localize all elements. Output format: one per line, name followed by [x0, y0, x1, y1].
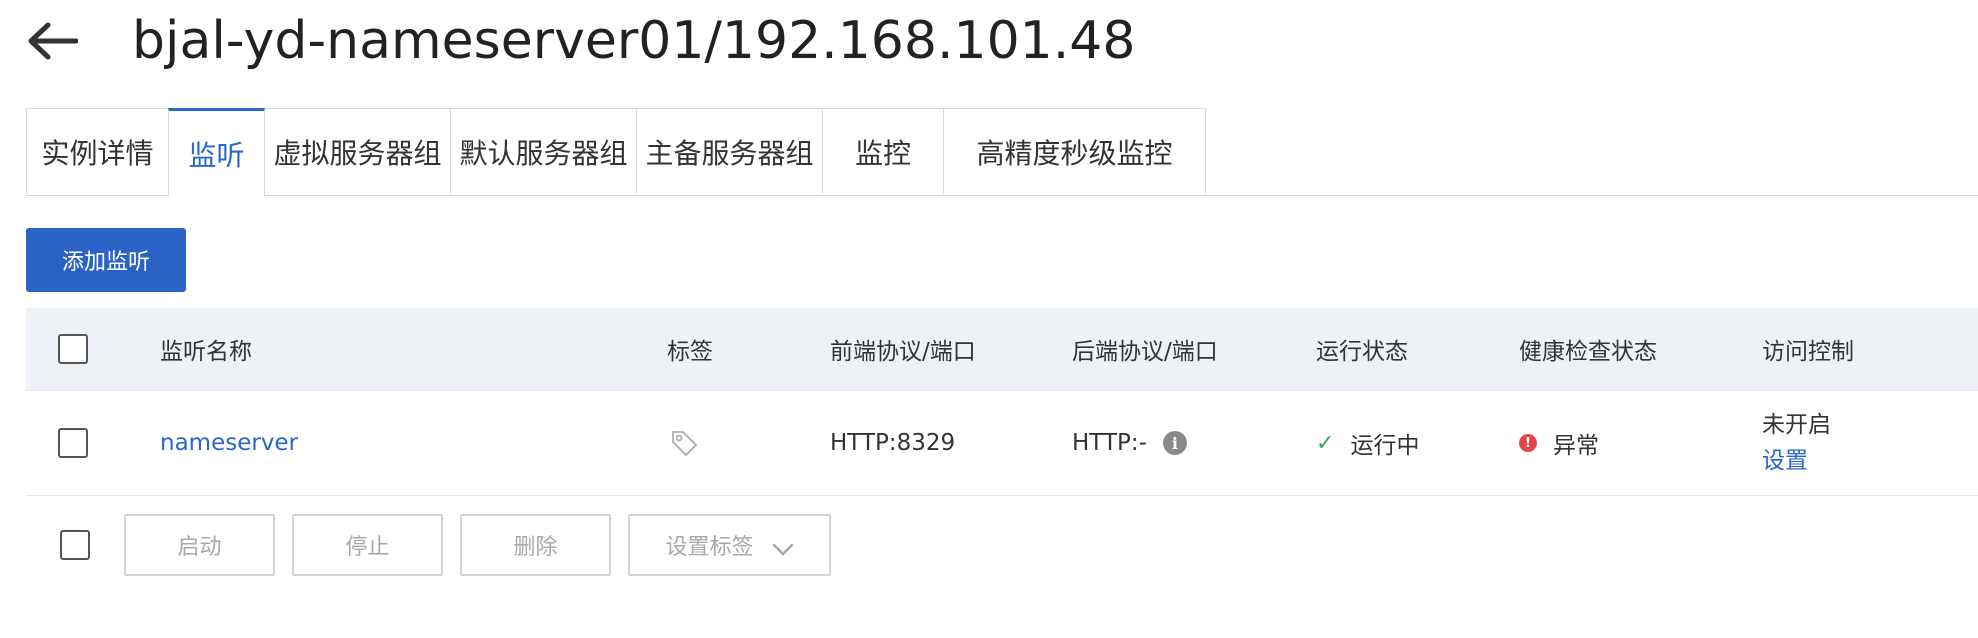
- bulk-actions-bar: 启动 停止 删除 设置标签: [26, 514, 848, 576]
- listener-name-link[interactable]: nameserver: [160, 430, 298, 456]
- bulk-select-checkbox[interactable]: [60, 530, 90, 560]
- start-button[interactable]: 启动: [124, 514, 275, 576]
- page-header: bjal-yd-nameserver01/192.168.101.48: [26, 6, 1135, 76]
- chevron-down-icon: [772, 538, 794, 556]
- frontend-port-cell: HTTP:8329: [830, 430, 956, 456]
- column-header-listener-name: 监听名称: [160, 339, 252, 365]
- tab-listeners[interactable]: 监听: [168, 108, 265, 196]
- listener-table: 监听名称 标签 前端协议/端口 后端协议/端口 运行状态 健康检查状态 访问控制…: [26, 308, 1978, 496]
- health-status-text: 异常: [1553, 433, 1599, 459]
- tags-cell: [669, 391, 699, 495]
- stop-button[interactable]: 停止: [292, 514, 443, 576]
- tab-default-server-group[interactable]: 默认服务器组: [450, 108, 637, 194]
- backend-port-cell: HTTP:- i: [1072, 391, 1187, 495]
- tab-virtual-server-groups[interactable]: 虚拟服务器组: [264, 108, 451, 194]
- alert-circle-icon: !: [1519, 434, 1537, 452]
- column-header-frontend-port: 前端协议/端口: [830, 339, 976, 365]
- column-header-access-control: 访问控制: [1762, 339, 1854, 365]
- run-status-text: 运行中: [1350, 433, 1420, 459]
- tab-instance-details[interactable]: 实例详情: [26, 108, 169, 194]
- tab-monitoring[interactable]: 监控: [822, 108, 944, 194]
- tag-icon[interactable]: [669, 428, 699, 458]
- set-tags-label: 设置标签: [665, 535, 754, 560]
- row-select-cell: [58, 391, 88, 495]
- set-tags-dropdown[interactable]: 设置标签: [628, 514, 831, 576]
- tab-high-precision-monitoring[interactable]: 高精度秒级监控: [943, 108, 1206, 194]
- check-icon: ✓: [1316, 430, 1335, 456]
- arrow-left-icon[interactable]: [26, 19, 78, 63]
- page-title: bjal-yd-nameserver01/192.168.101.48: [132, 11, 1136, 71]
- health-status-cell: ! 异常: [1519, 391, 1599, 495]
- run-status-cell: ✓ 运行中: [1316, 391, 1419, 495]
- column-header-tags: 标签: [667, 339, 713, 365]
- table-header: 监听名称 标签 前端协议/端口 后端协议/端口 运行状态 健康检查状态 访问控制: [26, 308, 1978, 391]
- select-all-checkbox[interactable]: [58, 334, 88, 364]
- acl-settings-link[interactable]: 设置: [1762, 443, 1808, 479]
- tab-bar: 实例详情 监听 虚拟服务器组 默认服务器组 主备服务器组 监控 高精度秒级监控: [26, 108, 1978, 196]
- row-checkbox[interactable]: [58, 428, 88, 458]
- listener-name-cell: nameserver: [160, 391, 298, 495]
- delete-button[interactable]: 删除: [460, 514, 611, 576]
- table-row: nameserver HTTP:8329 HTTP:- i ✓ 运行中 ! 异常…: [26, 391, 1978, 496]
- header-cell-select: [58, 308, 88, 390]
- add-listener-button[interactable]: 添加监听: [26, 228, 186, 292]
- tab-primary-secondary-server-group[interactable]: 主备服务器组: [636, 108, 823, 194]
- access-control-cell: 未开启 设置: [1762, 391, 1831, 495]
- column-header-run-status: 运行状态: [1316, 339, 1408, 365]
- column-header-backend-port: 后端协议/端口: [1072, 339, 1218, 365]
- backend-port-value: HTTP:-: [1072, 430, 1147, 456]
- acl-status-text: 未开启: [1762, 412, 1831, 438]
- column-header-health-status: 健康检查状态: [1519, 339, 1657, 365]
- info-icon[interactable]: i: [1162, 431, 1187, 455]
